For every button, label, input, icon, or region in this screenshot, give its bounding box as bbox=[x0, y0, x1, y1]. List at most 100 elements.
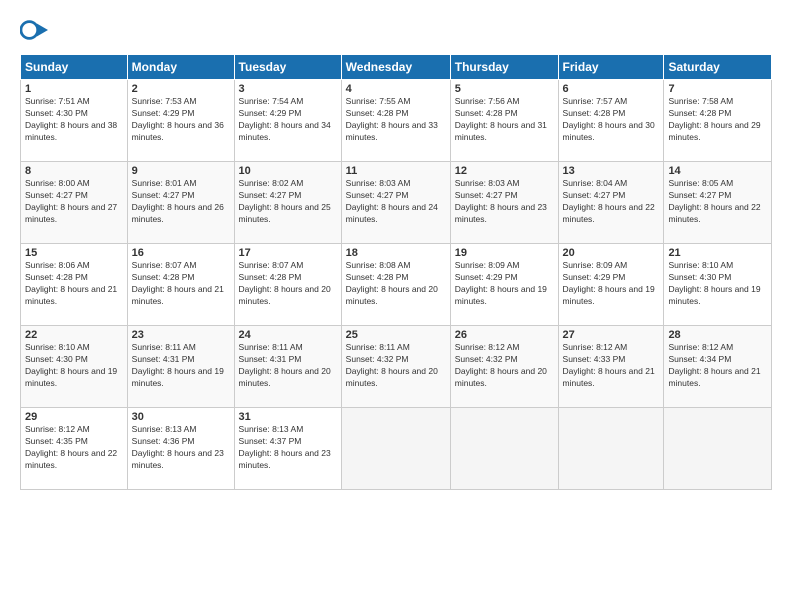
day-number: 19 bbox=[455, 247, 554, 259]
calendar-cell: 11 Sunrise: 8:03 AMSunset: 4:27 PMDaylig… bbox=[341, 162, 450, 244]
logo bbox=[20, 16, 52, 44]
day-info: Sunrise: 8:10 AMSunset: 4:30 PMDaylight:… bbox=[668, 260, 767, 308]
calendar-cell: 13 Sunrise: 8:04 AMSunset: 4:27 PMDaylig… bbox=[558, 162, 664, 244]
calendar-cell: 10 Sunrise: 8:02 AMSunset: 4:27 PMDaylig… bbox=[234, 162, 341, 244]
day-info: Sunrise: 8:06 AMSunset: 4:28 PMDaylight:… bbox=[25, 260, 123, 308]
day-info: Sunrise: 8:01 AMSunset: 4:27 PMDaylight:… bbox=[132, 178, 230, 226]
day-number: 12 bbox=[455, 165, 554, 177]
calendar-cell bbox=[450, 408, 558, 490]
day-number: 21 bbox=[668, 247, 767, 259]
calendar-cell: 24 Sunrise: 8:11 AMSunset: 4:31 PMDaylig… bbox=[234, 326, 341, 408]
day-number: 30 bbox=[132, 411, 230, 423]
day-number: 26 bbox=[455, 329, 554, 341]
day-header-sunday: Sunday bbox=[21, 55, 128, 80]
calendar-week-3: 15 Sunrise: 8:06 AMSunset: 4:28 PMDaylig… bbox=[21, 244, 772, 326]
calendar-cell: 27 Sunrise: 8:12 AMSunset: 4:33 PMDaylig… bbox=[558, 326, 664, 408]
calendar-cell bbox=[664, 408, 772, 490]
day-number: 1 bbox=[25, 83, 123, 95]
day-number: 15 bbox=[25, 247, 123, 259]
day-info: Sunrise: 8:13 AMSunset: 4:36 PMDaylight:… bbox=[132, 424, 230, 472]
day-info: Sunrise: 8:07 AMSunset: 4:28 PMDaylight:… bbox=[239, 260, 337, 308]
calendar-cell: 30 Sunrise: 8:13 AMSunset: 4:36 PMDaylig… bbox=[127, 408, 234, 490]
day-info: Sunrise: 7:53 AMSunset: 4:29 PMDaylight:… bbox=[132, 96, 230, 144]
day-info: Sunrise: 7:55 AMSunset: 4:28 PMDaylight:… bbox=[346, 96, 446, 144]
calendar-cell: 28 Sunrise: 8:12 AMSunset: 4:34 PMDaylig… bbox=[664, 326, 772, 408]
calendar-cell: 4 Sunrise: 7:55 AMSunset: 4:28 PMDayligh… bbox=[341, 80, 450, 162]
day-info: Sunrise: 8:03 AMSunset: 4:27 PMDaylight:… bbox=[346, 178, 446, 226]
calendar-cell: 3 Sunrise: 7:54 AMSunset: 4:29 PMDayligh… bbox=[234, 80, 341, 162]
calendar-cell: 15 Sunrise: 8:06 AMSunset: 4:28 PMDaylig… bbox=[21, 244, 128, 326]
header-row: SundayMondayTuesdayWednesdayThursdayFrid… bbox=[21, 55, 772, 80]
day-number: 7 bbox=[668, 83, 767, 95]
day-header-saturday: Saturday bbox=[664, 55, 772, 80]
day-info: Sunrise: 8:12 AMSunset: 4:32 PMDaylight:… bbox=[455, 342, 554, 390]
calendar-cell: 17 Sunrise: 8:07 AMSunset: 4:28 PMDaylig… bbox=[234, 244, 341, 326]
calendar-cell: 25 Sunrise: 8:11 AMSunset: 4:32 PMDaylig… bbox=[341, 326, 450, 408]
day-number: 25 bbox=[346, 329, 446, 341]
day-info: Sunrise: 8:02 AMSunset: 4:27 PMDaylight:… bbox=[239, 178, 337, 226]
calendar-cell: 2 Sunrise: 7:53 AMSunset: 4:29 PMDayligh… bbox=[127, 80, 234, 162]
logo-icon bbox=[20, 16, 48, 44]
calendar-cell: 12 Sunrise: 8:03 AMSunset: 4:27 PMDaylig… bbox=[450, 162, 558, 244]
day-number: 24 bbox=[239, 329, 337, 341]
day-number: 5 bbox=[455, 83, 554, 95]
calendar-cell: 16 Sunrise: 8:07 AMSunset: 4:28 PMDaylig… bbox=[127, 244, 234, 326]
calendar-cell: 22 Sunrise: 8:10 AMSunset: 4:30 PMDaylig… bbox=[21, 326, 128, 408]
day-number: 9 bbox=[132, 165, 230, 177]
day-info: Sunrise: 8:13 AMSunset: 4:37 PMDaylight:… bbox=[239, 424, 337, 472]
day-info: Sunrise: 8:08 AMSunset: 4:28 PMDaylight:… bbox=[346, 260, 446, 308]
calendar-cell: 26 Sunrise: 8:12 AMSunset: 4:32 PMDaylig… bbox=[450, 326, 558, 408]
calendar-cell: 19 Sunrise: 8:09 AMSunset: 4:29 PMDaylig… bbox=[450, 244, 558, 326]
calendar-cell: 6 Sunrise: 7:57 AMSunset: 4:28 PMDayligh… bbox=[558, 80, 664, 162]
day-info: Sunrise: 8:11 AMSunset: 4:32 PMDaylight:… bbox=[346, 342, 446, 390]
calendar: SundayMondayTuesdayWednesdayThursdayFrid… bbox=[20, 54, 772, 490]
calendar-week-4: 22 Sunrise: 8:10 AMSunset: 4:30 PMDaylig… bbox=[21, 326, 772, 408]
page: SundayMondayTuesdayWednesdayThursdayFrid… bbox=[0, 0, 792, 612]
day-header-wednesday: Wednesday bbox=[341, 55, 450, 80]
day-info: Sunrise: 8:11 AMSunset: 4:31 PMDaylight:… bbox=[132, 342, 230, 390]
day-number: 6 bbox=[563, 83, 660, 95]
calendar-week-5: 29 Sunrise: 8:12 AMSunset: 4:35 PMDaylig… bbox=[21, 408, 772, 490]
day-number: 14 bbox=[668, 165, 767, 177]
calendar-cell: 14 Sunrise: 8:05 AMSunset: 4:27 PMDaylig… bbox=[664, 162, 772, 244]
day-info: Sunrise: 7:54 AMSunset: 4:29 PMDaylight:… bbox=[239, 96, 337, 144]
calendar-cell: 31 Sunrise: 8:13 AMSunset: 4:37 PMDaylig… bbox=[234, 408, 341, 490]
day-info: Sunrise: 7:58 AMSunset: 4:28 PMDaylight:… bbox=[668, 96, 767, 144]
day-number: 4 bbox=[346, 83, 446, 95]
day-info: Sunrise: 8:09 AMSunset: 4:29 PMDaylight:… bbox=[563, 260, 660, 308]
day-number: 16 bbox=[132, 247, 230, 259]
day-number: 11 bbox=[346, 165, 446, 177]
day-info: Sunrise: 8:11 AMSunset: 4:31 PMDaylight:… bbox=[239, 342, 337, 390]
calendar-week-1: 1 Sunrise: 7:51 AMSunset: 4:30 PMDayligh… bbox=[21, 80, 772, 162]
calendar-cell bbox=[341, 408, 450, 490]
day-info: Sunrise: 8:09 AMSunset: 4:29 PMDaylight:… bbox=[455, 260, 554, 308]
day-info: Sunrise: 8:12 AMSunset: 4:35 PMDaylight:… bbox=[25, 424, 123, 472]
day-number: 31 bbox=[239, 411, 337, 423]
day-header-friday: Friday bbox=[558, 55, 664, 80]
calendar-cell: 1 Sunrise: 7:51 AMSunset: 4:30 PMDayligh… bbox=[21, 80, 128, 162]
day-info: Sunrise: 8:03 AMSunset: 4:27 PMDaylight:… bbox=[455, 178, 554, 226]
calendar-cell: 20 Sunrise: 8:09 AMSunset: 4:29 PMDaylig… bbox=[558, 244, 664, 326]
calendar-cell: 18 Sunrise: 8:08 AMSunset: 4:28 PMDaylig… bbox=[341, 244, 450, 326]
day-info: Sunrise: 7:56 AMSunset: 4:28 PMDaylight:… bbox=[455, 96, 554, 144]
day-number: 2 bbox=[132, 83, 230, 95]
calendar-cell: 9 Sunrise: 8:01 AMSunset: 4:27 PMDayligh… bbox=[127, 162, 234, 244]
calendar-cell: 7 Sunrise: 7:58 AMSunset: 4:28 PMDayligh… bbox=[664, 80, 772, 162]
calendar-header: SundayMondayTuesdayWednesdayThursdayFrid… bbox=[21, 55, 772, 80]
calendar-cell bbox=[558, 408, 664, 490]
day-number: 3 bbox=[239, 83, 337, 95]
day-info: Sunrise: 7:57 AMSunset: 4:28 PMDaylight:… bbox=[563, 96, 660, 144]
day-number: 13 bbox=[563, 165, 660, 177]
calendar-body: 1 Sunrise: 7:51 AMSunset: 4:30 PMDayligh… bbox=[21, 80, 772, 490]
day-number: 20 bbox=[563, 247, 660, 259]
day-header-tuesday: Tuesday bbox=[234, 55, 341, 80]
calendar-cell: 8 Sunrise: 8:00 AMSunset: 4:27 PMDayligh… bbox=[21, 162, 128, 244]
calendar-cell: 23 Sunrise: 8:11 AMSunset: 4:31 PMDaylig… bbox=[127, 326, 234, 408]
day-number: 23 bbox=[132, 329, 230, 341]
calendar-cell: 5 Sunrise: 7:56 AMSunset: 4:28 PMDayligh… bbox=[450, 80, 558, 162]
day-header-monday: Monday bbox=[127, 55, 234, 80]
calendar-cell: 21 Sunrise: 8:10 AMSunset: 4:30 PMDaylig… bbox=[664, 244, 772, 326]
calendar-cell: 29 Sunrise: 8:12 AMSunset: 4:35 PMDaylig… bbox=[21, 408, 128, 490]
day-number: 17 bbox=[239, 247, 337, 259]
day-info: Sunrise: 8:12 AMSunset: 4:34 PMDaylight:… bbox=[668, 342, 767, 390]
